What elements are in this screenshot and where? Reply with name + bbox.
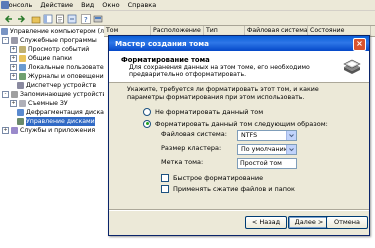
- filesystem-value: NTFS: [241, 132, 258, 139]
- console-tree-icon[interactable]: [42, 13, 54, 25]
- services-icon: [11, 127, 18, 134]
- tree-item-removable-storage[interactable]: + Съемные ЗУ: [10, 99, 68, 108]
- radio-button-selected[interactable]: [143, 119, 151, 128]
- volume-label-input-box[interactable]: [237, 158, 297, 169]
- cluster-size-value: По умолчанию: [241, 146, 290, 153]
- tree-item-label: Просмотр событий: [28, 46, 90, 53]
- wizard-header: Форматирование тома Для сохранения данны…: [109, 51, 369, 83]
- divider: [109, 209, 369, 211]
- volume-label-input[interactable]: [238, 159, 294, 168]
- filesystem-select[interactable]: NTFS: [237, 130, 297, 141]
- wizard-instructions: Укажите, требуется ли форматировать этот…: [127, 86, 319, 101]
- tree-item-label: Управление компьютером (локальн: [10, 28, 105, 35]
- tree-item-label: Общие папки: [28, 55, 72, 62]
- tree-item-label: Службы и приложения: [20, 127, 96, 134]
- volume-label-label: Метка тома:: [161, 158, 204, 166]
- new-volume-wizard-dialog: Мастер создания тома × Форматирование то…: [108, 35, 370, 236]
- compression-checkbox[interactable]: Применять сжатие файлов и папок: [161, 184, 295, 193]
- users-icon: [19, 64, 26, 71]
- toolbar: ?: [0, 11, 375, 26]
- chevron-down-icon[interactable]: [286, 131, 296, 140]
- checkbox[interactable]: [161, 173, 169, 182]
- disk-format-icon: [341, 55, 363, 77]
- menu-view[interactable]: Вид: [77, 0, 98, 10]
- cluster-size-label: Размер кластера:: [161, 144, 222, 152]
- tree-item-device-manager[interactable]: Диспетчер устройств: [17, 81, 96, 90]
- shared-folder-icon: [19, 55, 26, 62]
- menu-help[interactable]: Справка: [124, 0, 161, 10]
- tree-item-storage[interactable]: - Запоминающие устройства: [2, 90, 105, 99]
- tree-item-shared-folders[interactable]: + Общие папки: [10, 54, 72, 63]
- close-button[interactable]: ×: [353, 38, 366, 51]
- wizard-step-title: Форматирование тома: [121, 56, 210, 64]
- export-list-icon[interactable]: [66, 13, 78, 25]
- device-manager-icon: [17, 82, 24, 89]
- tree-item-label: Запоминающие устройства: [20, 91, 105, 98]
- help-icon[interactable]: ?: [80, 13, 92, 25]
- radio-no-format-label: Не форматировать данный том: [155, 107, 264, 116]
- tree-item-system-tools[interactable]: - Служебные программы: [2, 36, 97, 45]
- radio-format-label: Форматировать данный том следующим образ…: [155, 119, 328, 128]
- tree-item-defragmenter[interactable]: Дефрагментация диска: [17, 108, 104, 117]
- forward-arrow-icon[interactable]: [15, 13, 27, 25]
- expand-icon[interactable]: +: [10, 73, 17, 80]
- storage-icon: [11, 91, 18, 98]
- collapse-icon[interactable]: -: [2, 37, 9, 44]
- up-folder-icon[interactable]: [30, 13, 42, 25]
- compression-label: Применять сжатие файлов и папок: [173, 184, 295, 193]
- tree-item-label: Служебные программы: [20, 37, 97, 44]
- tree-item-local-users[interactable]: + Локальные пользователи и: [10, 63, 104, 72]
- wizard-title-bar[interactable]: Мастер создания тома ×: [109, 36, 369, 51]
- console-tree: Управление компьютером (локальн - Служеб…: [0, 26, 105, 248]
- cancel-button[interactable]: Отмена: [326, 216, 368, 229]
- removable-storage-icon: [19, 100, 26, 107]
- menu-window[interactable]: Окно: [98, 0, 123, 10]
- tree-item-services-apps[interactable]: + Службы и приложения: [2, 126, 95, 135]
- wizard-step-subtitle: Для сохранения данных на этом томе, его …: [129, 64, 310, 78]
- quick-format-label: Быстрое форматирование: [173, 173, 264, 182]
- quick-format-checkbox[interactable]: Быстрое форматирование: [161, 173, 263, 182]
- expand-icon[interactable]: +: [10, 46, 17, 53]
- radio-no-format[interactable]: Не форматировать данный том: [143, 107, 263, 116]
- back-button[interactable]: < Назад: [245, 216, 287, 229]
- expand-icon[interactable]: +: [10, 64, 17, 71]
- expand-icon[interactable]: +: [10, 55, 17, 62]
- tree-item-performance-logs[interactable]: + Журналы и оповещения пр: [10, 72, 105, 81]
- next-button[interactable]: Далее >: [288, 216, 330, 229]
- filesystem-label: Файловая система:: [161, 130, 227, 138]
- console-app-icon[interactable]: [1, 1, 9, 9]
- back-arrow-icon[interactable]: [3, 13, 15, 25]
- expand-icon[interactable]: +: [10, 100, 17, 107]
- tree-item-event-viewer[interactable]: + Просмотр событий: [10, 45, 89, 54]
- properties-icon[interactable]: [54, 13, 66, 25]
- tree-item-label: Локальные пользователи и: [28, 64, 104, 71]
- tree-item-disk-management[interactable]: Управление дисками: [17, 117, 95, 126]
- collapse-icon[interactable]: -: [2, 91, 9, 98]
- tree-item-label: Управление дисками: [26, 117, 95, 126]
- expand-icon[interactable]: +: [2, 127, 9, 134]
- svg-text:?: ?: [84, 16, 88, 24]
- tree-item-label: Журналы и оповещения пр: [28, 73, 105, 80]
- logs-icon: [19, 73, 26, 80]
- chevron-down-icon[interactable]: [286, 145, 296, 154]
- tools-icon: [11, 37, 18, 44]
- tree-item-computer-management[interactable]: Управление компьютером (локальн: [1, 27, 105, 36]
- radio-format[interactable]: Форматировать данный том следующим образ…: [143, 119, 328, 128]
- radio-button[interactable]: [143, 107, 151, 116]
- tree-item-label: Диспетчер устройств: [26, 82, 97, 89]
- menu-action[interactable]: Действие: [36, 0, 77, 10]
- tree-item-label: Съемные ЗУ: [28, 100, 68, 107]
- cluster-size-select[interactable]: По умолчанию: [237, 144, 297, 155]
- checkbox[interactable]: [161, 184, 169, 193]
- computer-icon: [1, 28, 8, 35]
- defrag-icon: [17, 109, 24, 116]
- tree-item-label: Дефрагментация диска: [26, 109, 104, 116]
- disk-view-icon[interactable]: [92, 13, 104, 25]
- disk-management-icon: [17, 118, 24, 125]
- wizard-title: Мастер создания тома: [115, 39, 209, 48]
- menu-bar: Консоль Действие Вид Окно Справка: [0, 0, 375, 11]
- event-viewer-icon: [19, 46, 26, 53]
